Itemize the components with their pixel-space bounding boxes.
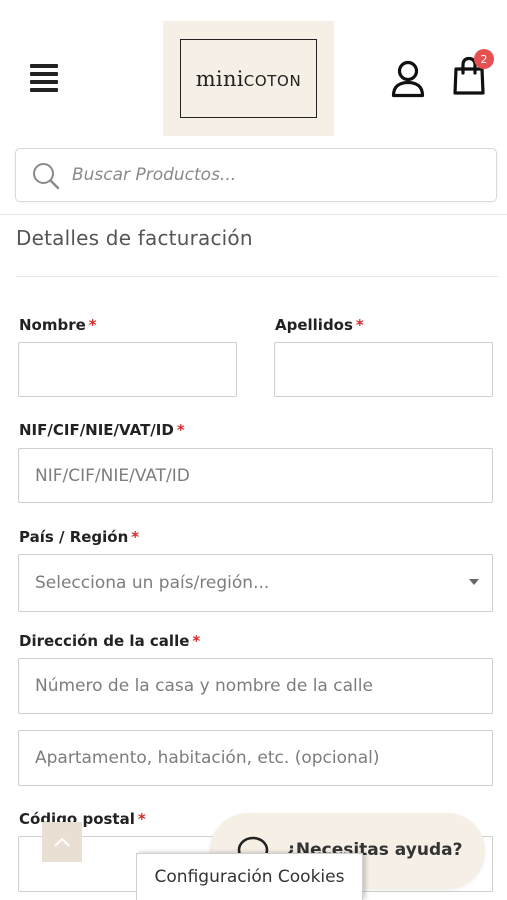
last-name-field[interactable] [274,342,493,397]
first-name-input[interactable] [19,359,236,380]
header-divider [0,214,507,215]
required-mark: * [137,810,146,828]
street-address-input[interactable] [19,676,492,696]
required-mark: * [176,421,185,439]
tax-id-input[interactable] [19,465,492,486]
cookie-settings-label: Configuración Cookies [154,867,345,887]
chevron-down-icon[interactable] [469,579,479,585]
required-mark: * [355,316,364,334]
required-mark: * [192,632,201,650]
country-select[interactable]: Selecciona un país/región... [18,554,493,612]
street-label: Dirección de la calle * [19,632,200,650]
scroll-to-top-button[interactable] [42,822,82,862]
country-selected-value: Selecciona un país/región... [35,573,270,593]
menu-icon[interactable] [30,64,58,92]
tax-id-label-text: NIF/CIF/NIE/VAT/ID [19,421,174,439]
billing-details-title: Detalles de facturación [16,226,253,250]
last-name-label-text: Apellidos [275,316,353,334]
last-name-input[interactable] [275,359,492,380]
cart-count-badge: 2 [474,49,494,69]
country-label-text: País / Región [19,528,129,546]
apartment-input[interactable] [19,748,492,768]
site-header: miniCOTON 2 [0,0,507,210]
logo-text-coton: COTON [243,71,302,90]
required-mark: * [131,528,140,546]
street-label-text: Dirección de la calle [19,632,190,650]
tax-id-field[interactable] [18,448,493,503]
first-name-label-text: Nombre [19,316,86,334]
logo-frame: miniCOTON [180,39,317,118]
user-icon[interactable] [391,60,425,98]
chevron-up-icon [54,837,70,847]
search-icon[interactable] [31,161,61,191]
logo-text-mini: mini [195,66,244,91]
first-name-label: Nombre * [19,316,97,334]
search-bar[interactable] [15,148,497,202]
search-input[interactable] [72,165,482,185]
logo-text: miniCOTON [196,67,302,91]
apartment-field[interactable] [18,730,493,786]
first-name-field[interactable] [18,342,237,397]
required-mark: * [88,316,97,334]
last-name-label: Apellidos * [275,316,364,334]
logo[interactable]: miniCOTON [163,21,334,136]
cookie-settings-button[interactable]: Configuración Cookies [136,853,363,900]
tax-id-label: NIF/CIF/NIE/VAT/ID * [19,421,185,439]
street-address-field[interactable] [18,658,493,714]
section-divider [16,276,498,277]
postcode-label: Código postal * [19,810,146,828]
country-label: País / Región * [19,528,139,546]
